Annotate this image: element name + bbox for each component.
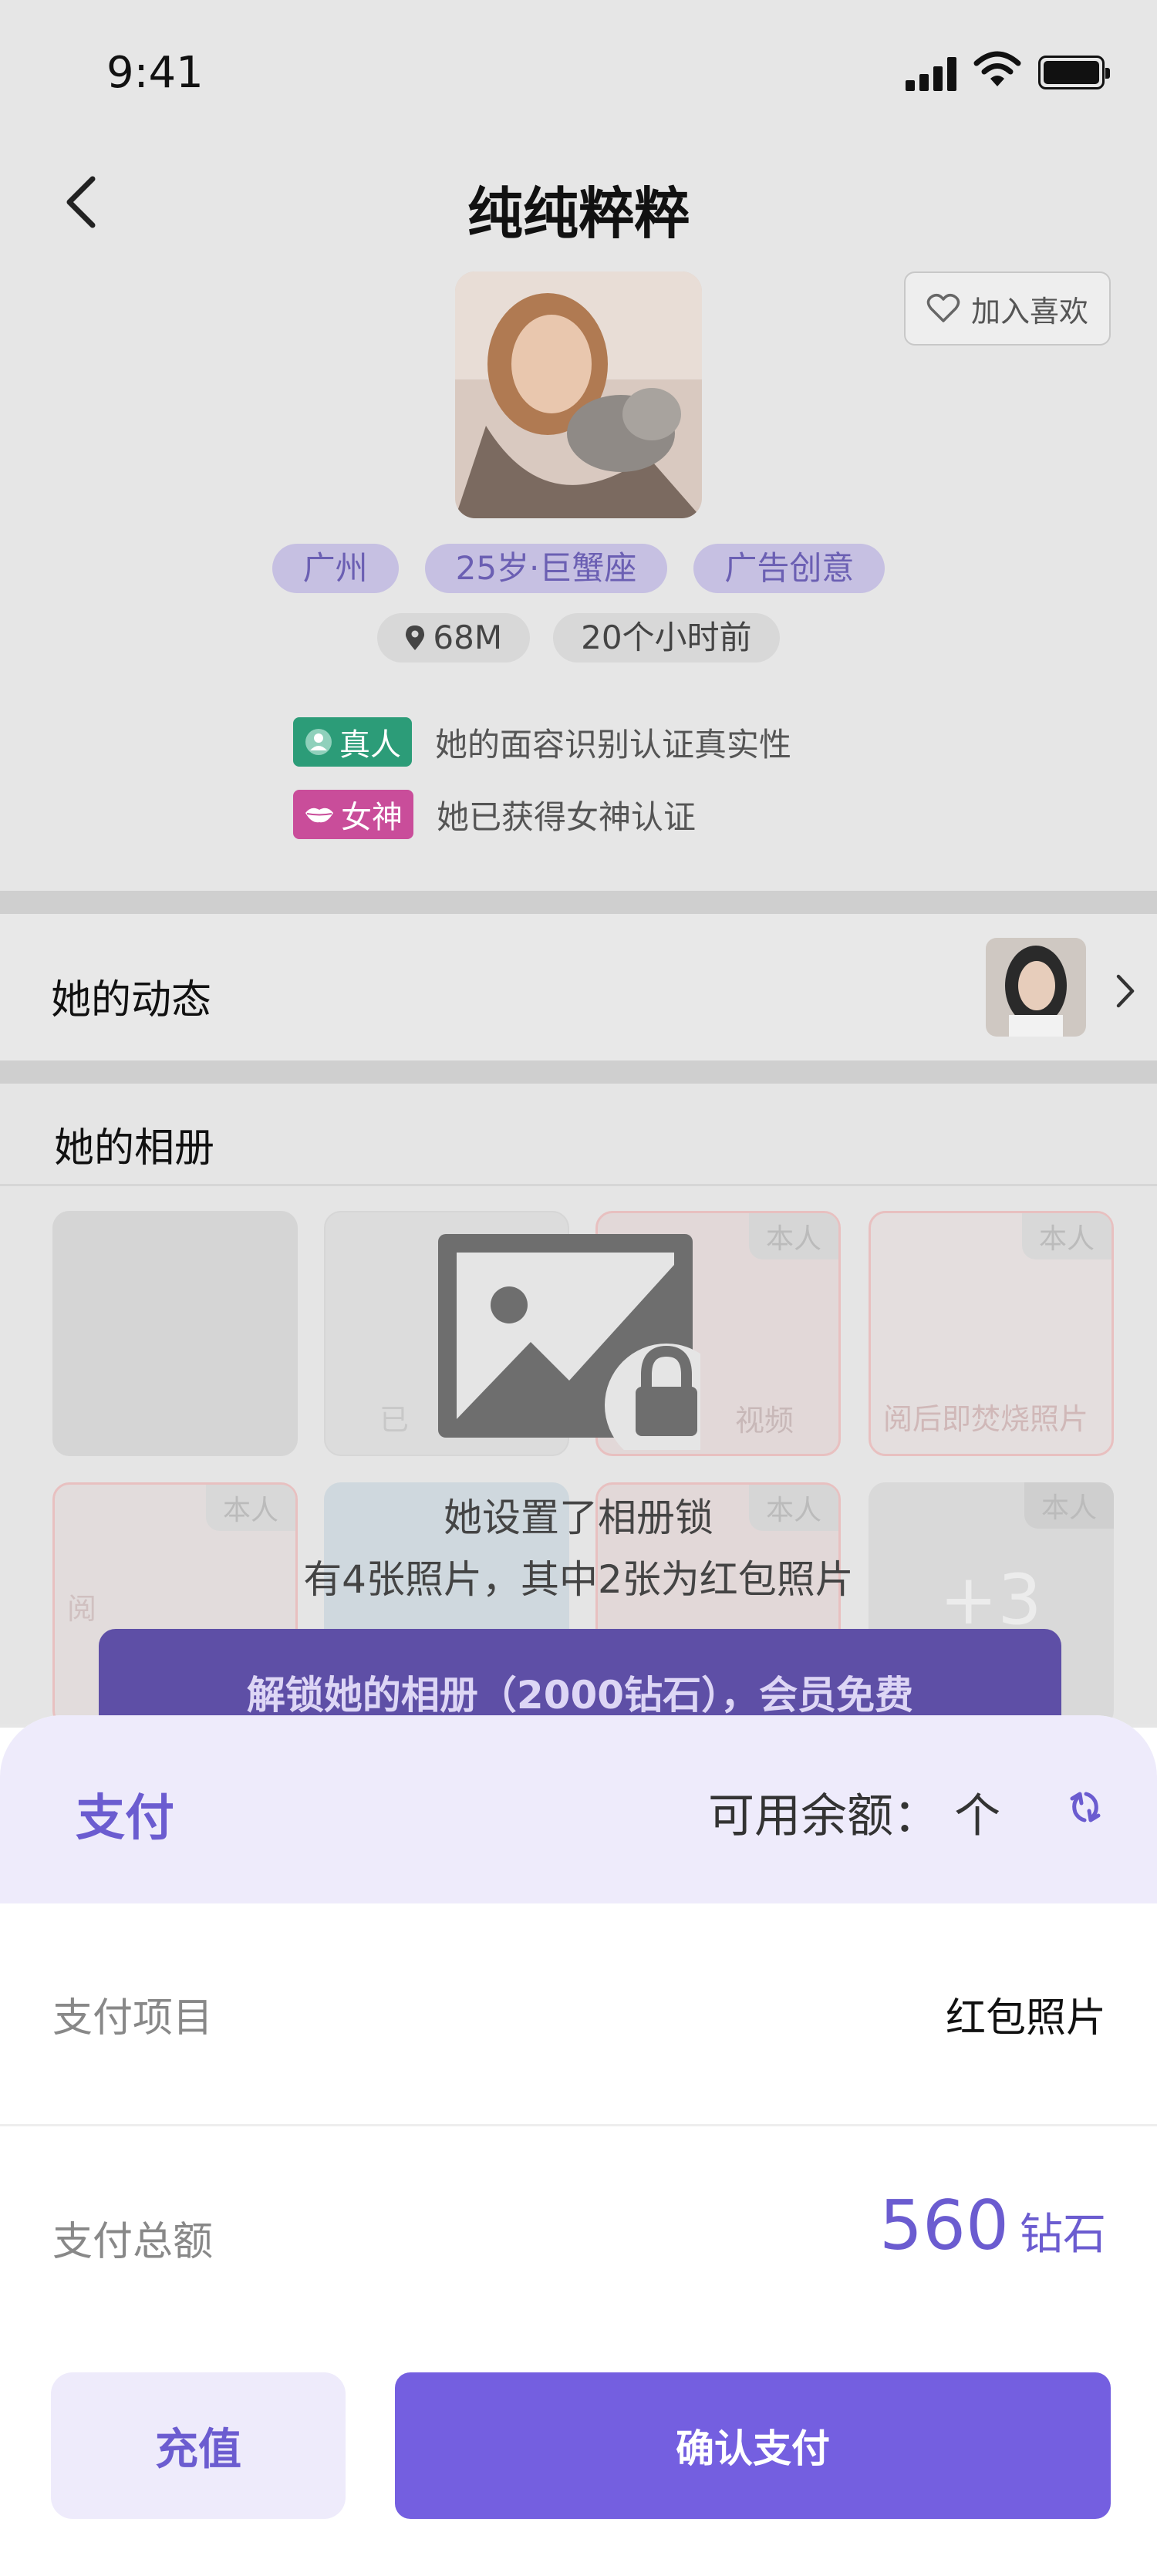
battery-icon xyxy=(1038,56,1110,89)
profile-tags: 广州 25岁·巨蟹座 广告创意 xyxy=(0,544,1157,593)
album-lock-title: 她设置了相册锁 xyxy=(444,1495,713,1540)
moments-thumbnail[interactable] xyxy=(986,938,1086,1037)
section-divider xyxy=(0,1060,1157,1084)
person-icon xyxy=(305,729,332,755)
wifi-icon xyxy=(973,51,1021,86)
signal-icon xyxy=(906,56,960,91)
album-photo-tile[interactable] xyxy=(52,1211,298,1456)
tile-self-tag: 本人 xyxy=(1021,1213,1111,1259)
payment-title: 支付 xyxy=(76,1790,174,1847)
tile-text: 视频 xyxy=(735,1404,794,1438)
confirm-payment-button[interactable]: 确认支付 xyxy=(395,2372,1111,2519)
goddess-text: 她已获得女神认证 xyxy=(437,797,697,836)
add-favorite-label: 加入喜欢 xyxy=(970,294,1088,329)
pay-total-unit: 钻石 xyxy=(1020,2210,1106,2260)
album-divider xyxy=(0,1184,1157,1186)
album-lock-icon xyxy=(438,1234,700,1450)
pay-total-label: 支付总额 xyxy=(52,2219,214,2265)
status-time: 9:41 xyxy=(106,48,204,98)
real-person-badge: 真人 xyxy=(293,717,412,767)
distance-chip: 68M xyxy=(377,613,531,663)
pay-item-value: 红包照片 xyxy=(945,1995,1106,2042)
payment-sheet: 支付 可用余额： 个 支付项目 红包照片 支付总额 560 钻石 充值 确认支付 xyxy=(0,1715,1157,2576)
tag-age: 25岁·巨蟹座 xyxy=(424,544,668,593)
real-person-text: 她的面容识别认证真实性 xyxy=(435,725,792,764)
tile-self-tag: 本人 xyxy=(748,1213,838,1259)
distance-text: 68M xyxy=(433,619,503,656)
tag-job: 广告创意 xyxy=(693,544,885,593)
heart-icon xyxy=(926,293,960,322)
cert-goddess: 女神 她已获得女神认证 xyxy=(293,790,696,839)
section-divider xyxy=(0,891,1157,914)
page-title: 纯纯粹粹 xyxy=(467,181,690,246)
album-title: 她的相册 xyxy=(54,1125,215,1172)
last-active-chip: 20个小时前 xyxy=(553,613,780,663)
refresh-icon[interactable] xyxy=(1068,1789,1103,1825)
profile-meta: 68M 20个小时前 xyxy=(0,613,1157,663)
available-balance: 可用余额： 个 xyxy=(708,1789,1001,1843)
chevron-right-icon[interactable] xyxy=(1115,973,1135,1009)
goddess-badge: 女神 xyxy=(293,790,413,839)
real-person-badge-label: 真人 xyxy=(339,727,401,763)
status-icons xyxy=(906,51,1114,102)
pay-total-number: 560 xyxy=(879,2186,1009,2265)
album-lock-subtitle: 有4张照片，其中2张为红包照片 xyxy=(303,1557,854,1602)
moments-title: 她的动态 xyxy=(51,977,212,1023)
pay-item-label: 支付项目 xyxy=(52,1995,214,2042)
add-favorite-button[interactable]: 加入喜欢 xyxy=(904,271,1111,346)
tile-text: 已 xyxy=(379,1403,410,1437)
row-divider xyxy=(0,2124,1157,2126)
lips-icon xyxy=(305,808,333,823)
pay-total-amount: 560 钻石 xyxy=(879,2186,1106,2265)
profile-avatar[interactable] xyxy=(455,271,702,518)
tile-text: 阅后即焚烧照片 xyxy=(883,1402,1089,1436)
cert-real-person: 真人 她的面容识别认证真实性 xyxy=(293,717,791,767)
recharge-button[interactable]: 充值 xyxy=(51,2372,346,2519)
album-burn-after-read-tile[interactable]: 本人 阅后即焚烧照片 xyxy=(869,1211,1114,1456)
location-pin-icon xyxy=(406,625,425,650)
tag-city: 广州 xyxy=(272,544,399,593)
goddess-badge-label: 女神 xyxy=(341,800,403,835)
